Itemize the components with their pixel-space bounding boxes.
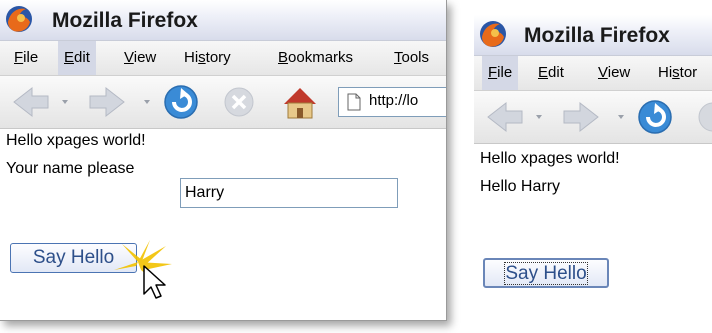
navigation-toolbar xyxy=(474,91,712,144)
back-dropdown-icon[interactable] xyxy=(62,100,68,104)
cursor-icon xyxy=(114,240,172,299)
name-input[interactable] xyxy=(180,178,398,208)
title-bar: Mozilla Firefox xyxy=(474,15,712,56)
greeting-text: Hello xpages world! xyxy=(6,132,146,149)
back-arrow-icon[interactable] xyxy=(487,101,523,133)
home-icon[interactable] xyxy=(284,88,316,119)
firefox-window-right: Mozilla Firefox File Edit View Histor He… xyxy=(474,15,712,333)
menu-history[interactable]: History xyxy=(178,41,237,75)
stop-icon[interactable] xyxy=(224,87,254,117)
say-hello-label: Say Hello xyxy=(504,262,588,285)
menu-file[interactable]: File xyxy=(8,41,44,75)
greeting-text: Hello xpages world! xyxy=(480,150,620,167)
firefox-logo-icon xyxy=(480,21,506,47)
menu-bookmarks[interactable]: Bookmarks xyxy=(272,41,359,75)
name-prompt-label: Your name please xyxy=(6,160,135,177)
say-hello-button[interactable]: Say Hello xyxy=(483,258,609,288)
firefox-logo-icon xyxy=(6,6,32,32)
reload-icon[interactable] xyxy=(164,85,198,119)
menu-file[interactable]: File xyxy=(482,56,519,90)
stop-icon[interactable] xyxy=(698,102,712,132)
url-field[interactable]: http://lo xyxy=(338,87,446,117)
reload-icon[interactable] xyxy=(638,100,672,134)
menu-history[interactable]: Histor xyxy=(652,56,703,90)
menu-tools[interactable]: Tools xyxy=(388,41,435,75)
window-title: Mozilla Firefox xyxy=(524,24,670,47)
menu-bar: File Edit View Histor xyxy=(474,56,712,91)
result-text: Hello Harry xyxy=(480,178,561,195)
navigation-toolbar: http://lo xyxy=(0,76,446,129)
forward-arrow-icon[interactable] xyxy=(89,86,125,118)
back-dropdown-icon[interactable] xyxy=(536,115,542,119)
forward-dropdown-icon[interactable] xyxy=(618,115,624,119)
forward-dropdown-icon[interactable] xyxy=(144,100,150,104)
url-text: http://lo xyxy=(369,92,419,109)
menu-view[interactable]: View xyxy=(592,56,636,90)
firefox-window-left: Mozilla Firefox File Edit View History B… xyxy=(0,0,447,321)
menu-view[interactable]: View xyxy=(118,41,162,75)
window-title: Mozilla Firefox xyxy=(52,9,198,32)
page-content: Hello xpages world! Your name please xyxy=(0,129,446,320)
page-content: Hello xpages world! Hello Harry xyxy=(474,144,712,333)
page-icon xyxy=(347,93,361,111)
menu-bar: File Edit View History Bookmarks Tools xyxy=(0,41,446,76)
menu-edit[interactable]: Edit xyxy=(58,41,96,75)
title-bar: Mozilla Firefox xyxy=(0,0,446,41)
menu-edit[interactable]: Edit xyxy=(532,56,570,90)
back-arrow-icon[interactable] xyxy=(13,86,49,118)
forward-arrow-icon[interactable] xyxy=(563,101,599,133)
